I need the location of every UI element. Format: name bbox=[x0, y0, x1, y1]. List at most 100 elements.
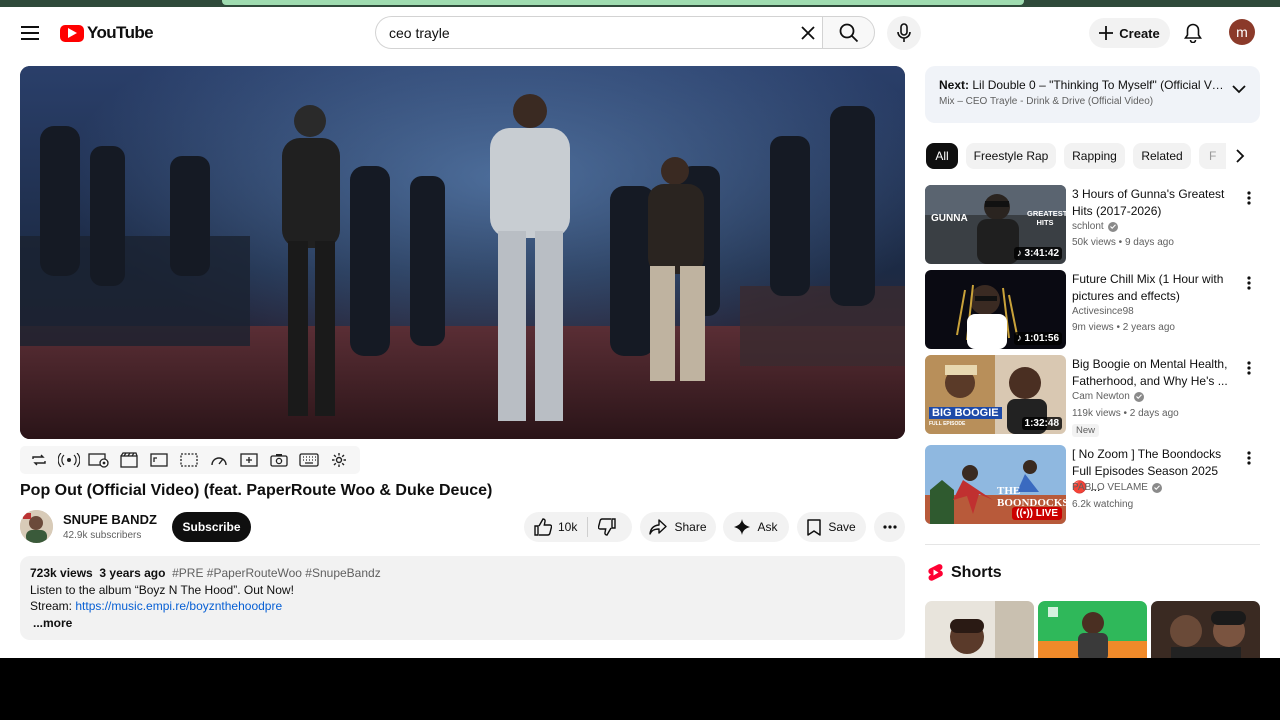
speed-gauge-icon[interactable] bbox=[208, 449, 230, 471]
hashtags[interactable]: #PRE #PaperRouteWoo #SnupeBandz bbox=[172, 566, 381, 580]
description-line: Listen to the album “Boyz N The Hood”. O… bbox=[30, 582, 294, 597]
clear-search-icon[interactable] bbox=[795, 21, 821, 45]
menu-icon[interactable] bbox=[14, 19, 46, 47]
recommendation-item[interactable]: BIG BOOGIE FULL EPISODE 1:32:48 Big Boog… bbox=[925, 355, 1260, 437]
voice-search-button[interactable] bbox=[887, 16, 921, 50]
up-next-panel[interactable]: Next: Lil Double 0 – "Thinking To Myself… bbox=[925, 66, 1260, 123]
player-extension-toolbar bbox=[20, 446, 360, 474]
search-box[interactable] bbox=[375, 16, 823, 49]
screenshot-camera-icon[interactable] bbox=[268, 449, 290, 471]
chip-all[interactable]: All bbox=[926, 143, 958, 169]
video-meta: 50k views • 9 days ago bbox=[1072, 237, 1174, 248]
recommendation-item[interactable]: THE BOONDOCKS ((•)) LIVE [ No Zoom ] The… bbox=[925, 445, 1260, 525]
bookmark-icon bbox=[807, 518, 822, 536]
search-input[interactable] bbox=[389, 24, 779, 41]
youtube-logo[interactable]: YouTube bbox=[60, 23, 154, 43]
notifications-bell-icon[interactable] bbox=[1179, 19, 1207, 47]
logo-text: YouTube bbox=[87, 23, 154, 42]
channel-row: PABLO VELAME bbox=[1072, 482, 1162, 493]
thumbs-down-icon bbox=[598, 518, 617, 536]
live-broadcast-icon: ((•)) bbox=[1016, 508, 1036, 519]
watch-later-icon[interactable] bbox=[88, 449, 110, 471]
keyboard-icon[interactable] bbox=[298, 449, 320, 471]
upload-age: 3 years ago bbox=[99, 566, 166, 580]
video-title[interactable]: Future Chill Mix (1 Hour with pictures a… bbox=[1072, 271, 1232, 304]
chip-freestyle-rap[interactable]: Freestyle Rap bbox=[966, 143, 1056, 169]
settings-gear-icon[interactable] bbox=[328, 449, 350, 471]
more-vertical-icon[interactable] bbox=[1242, 448, 1256, 468]
more-vertical-icon[interactable] bbox=[1242, 273, 1256, 293]
video-thumbnail[interactable]: GUNNA GREATEST HITS ♪ 3:41:42 bbox=[925, 185, 1066, 264]
short-thumbnail[interactable] bbox=[1038, 601, 1147, 658]
thumb-text: BIG BOOGIE bbox=[929, 407, 1002, 419]
video-thumbnail[interactable]: THE BOONDOCKS ((•)) LIVE bbox=[925, 445, 1066, 524]
like-button[interactable]: 10k bbox=[524, 512, 587, 542]
stream-line: Stream: https://music.empi.re/boyzntheho… bbox=[30, 598, 895, 615]
account-avatar[interactable]: m bbox=[1229, 19, 1255, 45]
more-actions-button[interactable] bbox=[874, 512, 905, 542]
channel-name[interactable]: SNUPE BANDZ bbox=[63, 512, 157, 527]
chevron-down-icon[interactable] bbox=[1232, 85, 1246, 94]
recommendation-item[interactable]: GUNNA GREATEST HITS ♪ 3:41:42 3 Hours of… bbox=[925, 185, 1260, 265]
chip-rapping[interactable]: Rapping bbox=[1064, 143, 1125, 169]
dislike-button[interactable] bbox=[588, 512, 626, 542]
save-button[interactable]: Save bbox=[797, 512, 866, 542]
channel-name[interactable]: Cam Newton bbox=[1072, 391, 1130, 402]
top-strip-bar bbox=[222, 0, 1024, 5]
thumbs-up-icon bbox=[534, 518, 552, 536]
share-label: Share bbox=[674, 520, 707, 534]
like-count: 10k bbox=[558, 520, 578, 534]
description-meta: 723k views 3 years ago #PRE #PaperRouteW… bbox=[30, 565, 895, 582]
masthead: YouTube Create m bbox=[0, 7, 1280, 59]
video-thumbnail[interactable]: BIG BOOGIE FULL EPISODE 1:32:48 bbox=[925, 355, 1066, 434]
short-thumbnail[interactable] bbox=[925, 601, 1034, 658]
subscriber-count: 42.9k subscribers bbox=[63, 530, 142, 541]
recommendation-item[interactable]: ♪ 1:01:56 Future Chill Mix (1 Hour with … bbox=[925, 270, 1260, 350]
video-description[interactable]: 723k views 3 years ago #PRE #PaperRouteW… bbox=[20, 556, 905, 640]
clapperboard-icon[interactable] bbox=[118, 449, 140, 471]
video-meta: 119k views • 2 days ago bbox=[1072, 408, 1179, 419]
live-badge: ((•)) LIVE bbox=[1012, 507, 1062, 520]
more-vertical-icon[interactable] bbox=[1242, 358, 1256, 378]
channel-name[interactable]: Activesince98 bbox=[1072, 306, 1134, 317]
up-next-prefix: Next: bbox=[939, 78, 970, 92]
ask-label: Ask bbox=[757, 520, 778, 534]
share-button[interactable]: Share bbox=[640, 512, 716, 542]
more-horizontal-icon bbox=[882, 525, 897, 529]
verified-icon bbox=[1151, 482, 1162, 493]
search-icon bbox=[839, 23, 858, 42]
add-frame-icon[interactable] bbox=[238, 449, 260, 471]
video-meta: 6.2k watching bbox=[1072, 499, 1134, 510]
channel-name[interactable]: schlont bbox=[1072, 221, 1104, 232]
subscribe-button[interactable]: Subscribe bbox=[172, 512, 251, 542]
ask-button[interactable]: Ask bbox=[723, 512, 789, 542]
like-dislike-group: 10k bbox=[524, 512, 632, 542]
stream-link[interactable]: https://music.empi.re/boyznthehoodpre bbox=[75, 599, 282, 613]
cinema-mode-icon[interactable] bbox=[178, 449, 200, 471]
show-more-link[interactable]: ...more bbox=[30, 615, 895, 632]
music-note-icon: ♪ bbox=[1016, 333, 1025, 344]
chip-related[interactable]: Related bbox=[1133, 143, 1191, 169]
create-button[interactable]: Create bbox=[1089, 18, 1170, 48]
search-button[interactable] bbox=[822, 16, 875, 49]
channel-avatar[interactable] bbox=[20, 510, 53, 543]
video-player[interactable] bbox=[20, 66, 905, 439]
video-meta: 9m views • 2 years ago bbox=[1072, 322, 1175, 333]
broadcast-icon[interactable] bbox=[58, 449, 80, 471]
chips-next-button[interactable] bbox=[1226, 143, 1254, 169]
channel-name[interactable]: PABLO VELAME bbox=[1072, 482, 1148, 493]
share-arrow-icon bbox=[649, 519, 668, 535]
sparkle-icon bbox=[734, 519, 751, 535]
loop-icon[interactable] bbox=[28, 449, 50, 471]
short-thumbnail[interactable] bbox=[1151, 601, 1260, 658]
video-title[interactable]: Big Boogie on Mental Health, Fatherhood,… bbox=[1072, 356, 1232, 389]
video-thumbnail[interactable]: ♪ 1:01:56 bbox=[925, 270, 1066, 349]
channel-row: Activesince98 bbox=[1072, 306, 1134, 317]
video-frame-image bbox=[20, 66, 905, 439]
video-title[interactable]: 3 Hours of Gunna's Greatest Hits (2017-2… bbox=[1072, 186, 1232, 219]
music-note-icon: ♪ bbox=[1016, 248, 1025, 259]
video-duration: ♪ 1:01:56 bbox=[1013, 332, 1062, 345]
verified-icon bbox=[1133, 391, 1144, 402]
picture-in-picture-icon[interactable] bbox=[148, 449, 170, 471]
more-vertical-icon[interactable] bbox=[1242, 188, 1256, 208]
